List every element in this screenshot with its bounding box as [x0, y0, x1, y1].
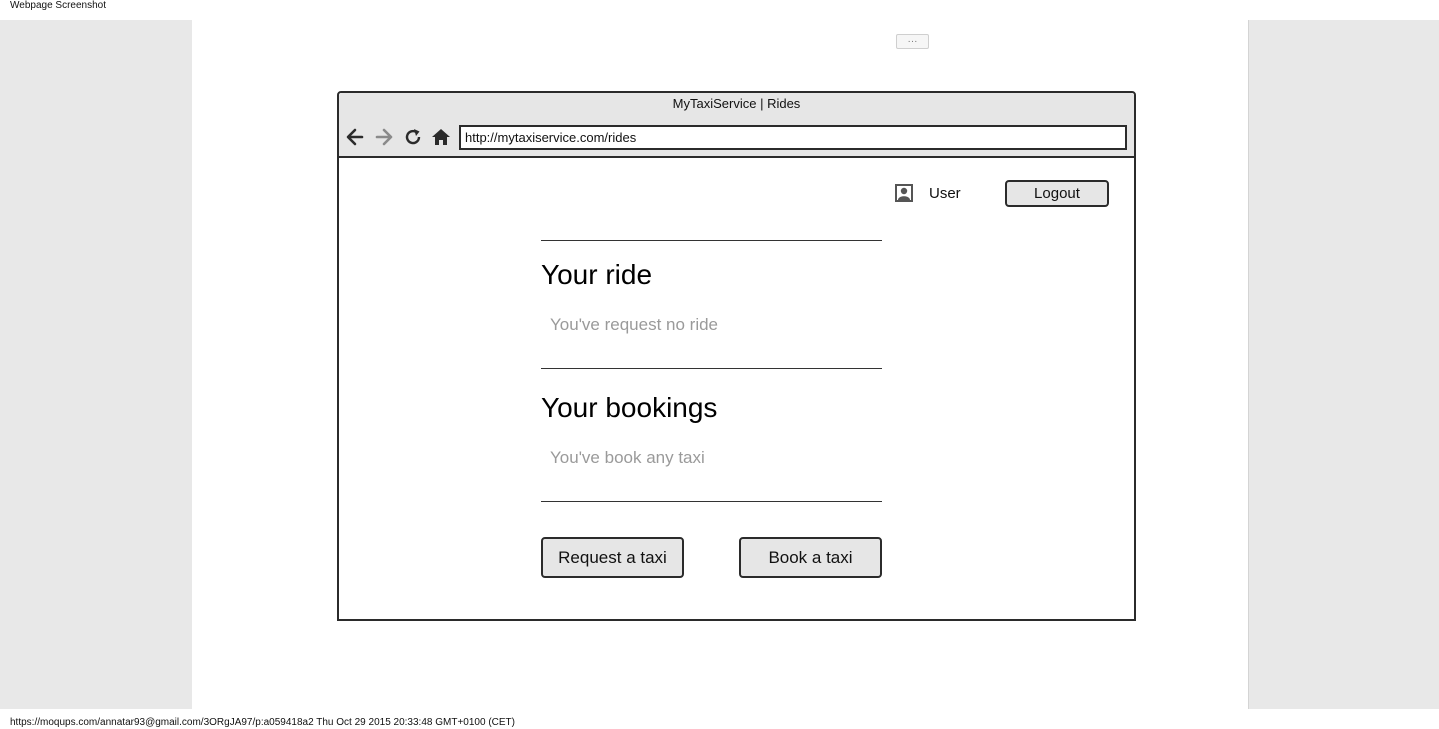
- divider-top: [541, 240, 882, 241]
- ride-empty-message: You've request no ride: [550, 315, 719, 334]
- page-footer: https://moqups.com/annatar93@gmail.com/3…: [0, 709, 1439, 729]
- back-arrow-icon[interactable]: [344, 126, 366, 148]
- user-label: User: [929, 185, 961, 202]
- more-options-handle[interactable]: ···: [896, 34, 929, 49]
- book-taxi-button[interactable]: Book a taxi: [739, 537, 882, 578]
- logout-button[interactable]: Logout: [1005, 180, 1109, 207]
- browser-title: MyTaxiService | Rides: [672, 96, 801, 111]
- divider-bottom: [541, 501, 882, 502]
- request-taxi-button[interactable]: Request a taxi: [541, 537, 684, 578]
- footer-url-timestamp: https://moqups.com/annatar93@gmail.com/3…: [10, 717, 515, 728]
- bookings-empty-message: You've book any taxi: [550, 448, 705, 467]
- reload-icon[interactable]: [402, 126, 424, 148]
- user-avatar-icon: [895, 184, 913, 202]
- page-header: Webpage Screenshot: [0, 0, 1439, 20]
- home-icon[interactable]: [430, 126, 452, 148]
- url-bar[interactable]: http://mytaxiservice.com/rides: [459, 125, 1127, 150]
- your-ride-heading: Your ride: [541, 259, 653, 290]
- page-header-label: Webpage Screenshot: [10, 0, 106, 11]
- browser-window-mockup: MyTaxiService | Rides http://mytaxiservi…: [337, 91, 1136, 621]
- divider-middle: [541, 368, 882, 369]
- browser-chrome: MyTaxiService | Rides http://mytaxiservi…: [339, 93, 1134, 158]
- your-bookings-heading: Your bookings: [541, 392, 718, 423]
- forward-arrow-icon[interactable]: [373, 126, 395, 148]
